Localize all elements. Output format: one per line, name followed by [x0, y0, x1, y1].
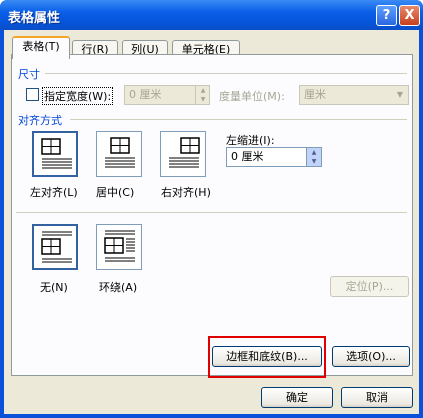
width-value: 0 厘米	[129, 88, 162, 101]
positioning-button: 定位(P)...	[330, 276, 409, 297]
wrap-none-option[interactable]	[32, 224, 78, 270]
close-button[interactable]: X	[399, 5, 420, 26]
wrap-around-icon	[104, 230, 135, 262]
align-right-label: 右对齐(H)	[161, 186, 211, 199]
unit-label: 度量单位(M):	[219, 90, 285, 103]
wrap-none-icon	[41, 231, 72, 263]
size-section-title: 尺寸	[18, 68, 40, 81]
ok-button[interactable]: 确定	[261, 387, 333, 408]
wrapping-section-divider	[16, 212, 407, 213]
left-indent-label: 左缩进(I):	[226, 134, 275, 147]
wrap-around-option[interactable]	[96, 224, 142, 270]
align-left-option[interactable]	[32, 131, 78, 177]
align-left-label: 左对齐(L)	[30, 186, 78, 199]
align-right-icon	[169, 137, 200, 168]
specify-width-checkbox[interactable]	[26, 88, 39, 101]
align-center-option[interactable]	[96, 131, 142, 177]
window-title: 表格属性	[8, 11, 61, 26]
specify-width-label[interactable]: 指定宽度(W):	[42, 87, 114, 105]
alignment-section-title: 对齐方式	[18, 114, 62, 127]
spin-up-icon: ▲	[200, 87, 206, 94]
align-right-option[interactable]	[160, 131, 206, 177]
size-section-divider	[45, 73, 407, 74]
wrap-around-label: 环绕(A)	[99, 281, 138, 294]
wrap-none-label: 无(N)	[40, 281, 68, 294]
align-center-icon	[105, 137, 135, 168]
spin-up-icon[interactable]: ▲	[307, 148, 321, 157]
left-indent-spinner[interactable]: ▲ ▼	[306, 148, 321, 166]
alignment-section-divider	[70, 119, 407, 120]
left-indent-value: 0 厘米	[231, 150, 264, 163]
align-left-icon	[41, 138, 72, 169]
options-button[interactable]: 选项(O)...	[332, 346, 410, 367]
help-button[interactable]: ?	[376, 5, 397, 26]
spin-down-icon: ▼	[200, 96, 206, 103]
unit-value: 厘米	[304, 88, 326, 101]
cancel-button[interactable]: 取消	[341, 387, 413, 408]
spin-down-icon[interactable]: ▼	[307, 157, 321, 166]
borders-shading-button[interactable]: 边框和底纹(B)...	[212, 346, 322, 367]
tab-table[interactable]: 表格(T)	[12, 36, 70, 59]
width-spinner: ▲ ▼	[195, 86, 209, 104]
chevron-down-icon: ▼	[392, 86, 408, 104]
title-bar[interactable]: 表格属性 ? X	[0, 0, 423, 30]
align-center-label: 居中(C)	[96, 186, 135, 199]
